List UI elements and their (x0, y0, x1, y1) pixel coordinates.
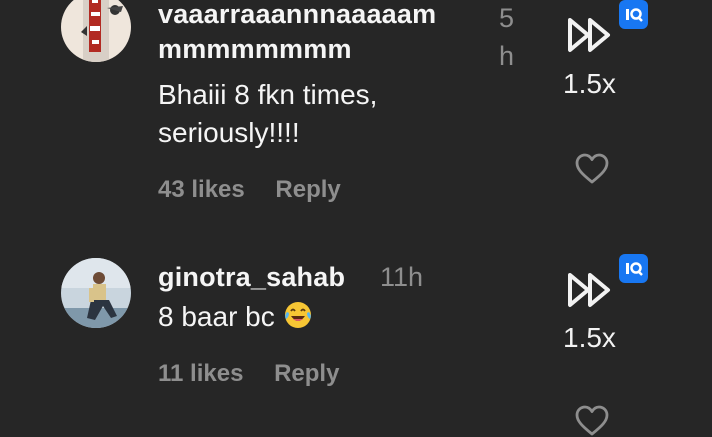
comment-username[interactable]: ginotra_sahab (158, 262, 345, 293)
likes-count[interactable]: 11 likes (158, 360, 243, 387)
avatar[interactable] (61, 258, 131, 328)
comment-item: ginotra_sahab 11h 8 baar bc 11 likes Rep… (0, 0, 712, 436)
comment-actions: 11 likes Reply (158, 360, 363, 388)
iq-badge-icon[interactable] (619, 254, 648, 283)
fast-forward-icon[interactable] (566, 271, 614, 309)
reply-button[interactable]: Reply (274, 360, 339, 387)
comment-text-line: 8 baar bc (158, 301, 275, 332)
comment-text: 8 baar bc (158, 298, 313, 336)
avatar-image (61, 258, 131, 328)
laughing-tears-emoji (284, 302, 311, 328)
heart-icon[interactable] (574, 405, 610, 437)
comment-timestamp: 11h (380, 262, 424, 292)
playback-speed-label[interactable]: 1.5x (563, 322, 616, 354)
